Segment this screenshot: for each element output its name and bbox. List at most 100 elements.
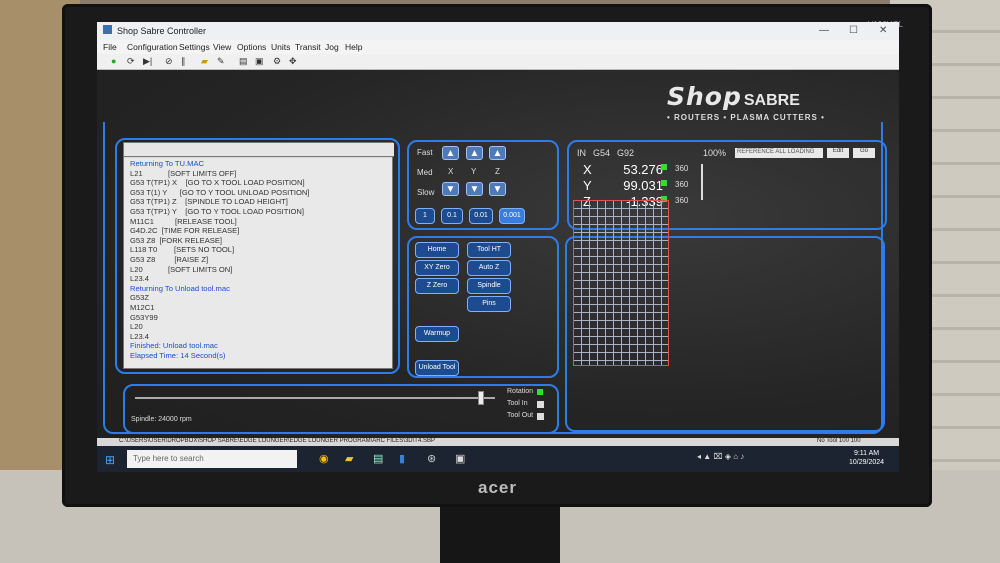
feed-rate-slider[interactable]	[701, 164, 703, 200]
console-line: L23.4	[130, 331, 150, 341]
title-bar: Shop Sabre Controller — ☐ ✕	[97, 22, 899, 40]
increment-0.01[interactable]: 0.01	[469, 208, 493, 224]
photo-scene: acer V196HQL Shop Sabre Controller — ☐ ✕…	[0, 0, 1000, 563]
speed-med[interactable]: Med	[417, 168, 433, 177]
console-line: G53 T(1) Y [GO TO Y TOOL UNLOAD POSITION…	[130, 187, 310, 197]
file-explorer-icon[interactable]: ▰	[345, 452, 353, 465]
console: Returning To TU.MAC L21 [SOFT LIMITS OFF]…	[123, 142, 394, 369]
screen: Shop Sabre Controller — ☐ ✕ File Configu…	[97, 22, 899, 472]
monitor-stand	[440, 505, 560, 563]
increment-1[interactable]: 1	[415, 208, 435, 224]
macro-dropdown[interactable]: REFERENCE ALL LOADING	[735, 148, 823, 158]
edit-icon[interactable]: ✎	[217, 56, 225, 67]
g92-label: G92	[617, 148, 635, 158]
auto-z-button[interactable]: Auto Z	[467, 260, 511, 276]
menu-file[interactable]: File	[103, 42, 117, 52]
step-icon[interactable]: ▶|	[143, 56, 152, 67]
save-icon[interactable]: ▣	[255, 56, 264, 67]
chrome-icon[interactable]: ◉	[319, 452, 329, 465]
console-line: G53 T(TP1) Y [GO TO Y TOOL LOAD POSITION…	[130, 206, 305, 216]
jog-panel: Fast Med Slow ▲ ▲ ▲ X Y Z ▼ ▼ ▼ 1 0.1 0.…	[407, 140, 559, 230]
logo-tagline: • ROUTERS • PLASMA CUTTERS •	[667, 113, 825, 122]
word-icon[interactable]: ▮	[399, 452, 405, 465]
unload-tool-button[interactable]: Unload Tool	[415, 360, 459, 376]
minimize-icon[interactable]: —	[819, 25, 829, 36]
z-zero-button[interactable]: Z Zero	[415, 278, 459, 294]
notepad-icon[interactable]: ▤	[373, 452, 383, 465]
jog-z-down-icon[interactable]: ▼	[489, 182, 506, 196]
settings-icon[interactable]: ⚙	[273, 56, 281, 67]
speed-fast[interactable]: Fast	[417, 148, 433, 157]
dro-x-row: X 53.276	[583, 162, 663, 177]
increment-0.1[interactable]: 0.1	[441, 208, 463, 224]
stop-icon[interactable]: ⊘	[165, 56, 173, 67]
taskbar-search[interactable]: Type here to search	[127, 450, 297, 468]
spindle-slider-track[interactable]	[135, 391, 495, 405]
tool-ht-button[interactable]: Tool HT	[467, 242, 511, 258]
pause-icon[interactable]: ∥	[181, 56, 186, 67]
menu-transit[interactable]: Transit	[295, 42, 321, 52]
console-line: G53Y99	[130, 312, 158, 322]
app-body: Shop SABRE • ROUTERS • PLASMA CUTTERS • R…	[97, 70, 899, 438]
jog-z-up-icon[interactable]: ▲	[489, 146, 506, 160]
units-label: IN	[577, 148, 586, 158]
go-button[interactable]: Go	[853, 148, 875, 158]
play-icon[interactable]: ●	[111, 56, 116, 66]
windows-start-icon[interactable]: ⊞	[105, 453, 115, 467]
xy-zero-button[interactable]: XY Zero	[415, 260, 459, 276]
taskbar: ⊞ Type here to search ◉ ▰ ▤ ▮ ⊛ ▣ ◂ ▲ ⌧ …	[97, 446, 899, 472]
app-icon	[103, 25, 112, 34]
logo-shop: Shop	[667, 82, 742, 111]
maximize-icon[interactable]: ☐	[849, 25, 858, 36]
toolbar: ● ⟳ ▶| ⊘ ∥ ▰ ✎ ▤ ▣ ⚙ ✥	[97, 54, 899, 70]
feed-override: 100%	[703, 148, 727, 158]
status-right: No Tool 100 100	[817, 438, 861, 444]
menu-configuration[interactable]: Configuration	[127, 42, 178, 52]
console-line: L21 [SOFT LIMITS OFF]	[130, 168, 237, 178]
spindle-button[interactable]: Spindle	[467, 278, 511, 294]
move-icon[interactable]: ✥	[289, 56, 297, 67]
home-button[interactable]: Home	[415, 242, 459, 258]
menu-bar: File Configuration Settings View Options…	[97, 40, 899, 54]
clock-time: 9:11 AM	[853, 450, 880, 457]
dro-x-value: 53.276	[623, 162, 663, 177]
command-input[interactable]	[124, 143, 394, 157]
menu-options[interactable]: Options	[237, 42, 266, 52]
folder-icon[interactable]: ▰	[201, 56, 208, 67]
jog-up-icon[interactable]: ▲	[466, 146, 483, 160]
close-icon[interactable]: ✕	[879, 25, 887, 36]
menu-view[interactable]: View	[213, 42, 231, 52]
console-line: G53Z	[130, 293, 149, 303]
jog-down-icon[interactable]: ▼	[466, 182, 483, 196]
tool-out-led	[537, 413, 544, 420]
dro-y-value: 99.031	[623, 178, 663, 193]
console-line: L20	[130, 322, 143, 332]
console-line: G53 Z8 [FORK RELEASE]	[130, 235, 223, 245]
axis-x-label: X	[448, 167, 454, 176]
window-title: Shop Sabre Controller	[117, 26, 207, 36]
menu-jog[interactable]: Jog	[325, 42, 339, 52]
jog-up-left-icon[interactable]: ▲	[442, 146, 459, 160]
shopsabre-taskbar-icon[interactable]: ▣	[455, 452, 465, 465]
warmup-button[interactable]: Warmup	[415, 326, 459, 342]
y-rate: 360	[675, 180, 689, 189]
menu-units[interactable]: Units	[271, 42, 290, 52]
x-rate: 360	[675, 164, 689, 173]
taskbar-clock: 9:11 AM 10/29/2024	[849, 449, 884, 467]
increment-0.001[interactable]: 0.001	[499, 208, 525, 224]
shopsabre-logo: Shop SABRE • ROUTERS • PLASMA CUTTERS •	[667, 82, 887, 122]
menu-help[interactable]: Help	[345, 42, 362, 52]
console-line: M11C1 [RELEASE TOOL]	[130, 216, 237, 226]
edit-button[interactable]: Edit	[827, 148, 849, 158]
print-icon[interactable]: ▤	[239, 56, 248, 67]
speed-slow[interactable]: Slow	[417, 188, 434, 197]
cycle-icon[interactable]: ⟳	[127, 56, 135, 67]
x-status-led	[661, 164, 667, 170]
pins-button[interactable]: Pins	[467, 296, 511, 312]
menu-settings[interactable]: Settings	[179, 42, 210, 52]
console-line: Returning To Unload tool.mac	[130, 283, 230, 293]
app-icon-2[interactable]: ⊛	[427, 452, 436, 465]
spindle-panel: Spindle: 24000 rpm Rotation Tool In Tool…	[123, 384, 559, 434]
jog-down-left-icon[interactable]: ▼	[442, 182, 459, 196]
spindle-slider-knob[interactable]	[478, 391, 485, 405]
